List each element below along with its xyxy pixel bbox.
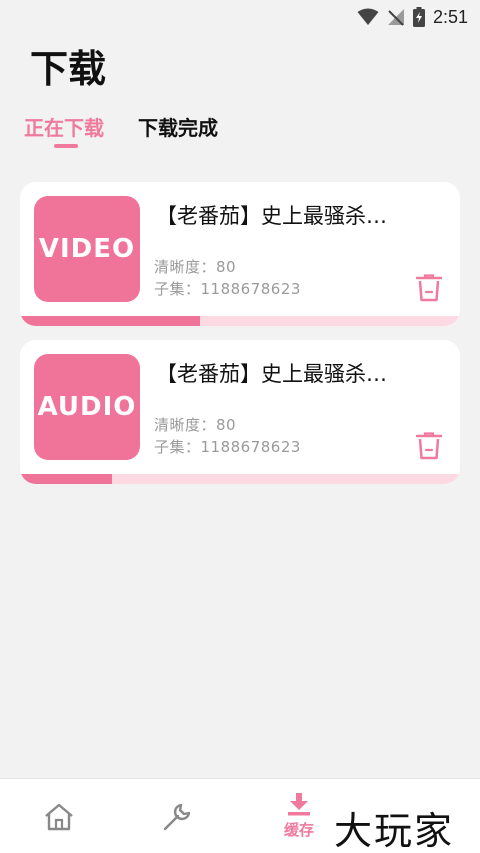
item-title: 【老番茄】史上最骚杀… [156,204,387,228]
download-icon [288,793,310,816]
download-item[interactable]: VIDEO 【老番茄】史上最骚杀… 清晰度：80 子集：1188678623 [20,182,460,326]
tab-indicator [54,144,78,148]
tab-completed[interactable]: 下载完成 [138,112,218,141]
wrench-icon [163,803,191,830]
download-item[interactable]: AUDIO 【老番茄】史上最骚杀… 清晰度：80 子集：1188678623 [20,340,460,484]
progress-fill [20,474,113,484]
status-bar: 2:51 [0,0,480,34]
home-icon [45,803,73,830]
battery-charging-icon [412,7,425,27]
nav-tools[interactable] [156,779,198,853]
trash-icon[interactable] [416,274,442,302]
nav-home[interactable] [38,779,80,853]
nav-cache-label: 缓存 [283,821,314,839]
tab-label: 正在下载 [24,116,104,140]
download-progress [20,474,460,484]
item-episode: 子集：1188678623 [154,280,301,298]
tab-bar: 正在下载 下载完成 [24,112,218,148]
nav-cache[interactable]: 缓存 [276,779,322,853]
item-quality: 清晰度：80 [154,258,237,276]
no-signal-icon [387,9,404,26]
wifi-icon [357,8,379,25]
tab-downloading[interactable]: 正在下载 [24,112,104,148]
download-progress [20,316,460,326]
tab-label: 下载完成 [138,116,218,140]
item-quality: 清晰度：80 [154,416,237,434]
thumbnail-video: VIDEO [34,196,140,302]
progress-fill [20,316,201,326]
status-time: 2:51 [432,6,468,27]
watermark-logo: 大玩家 [334,809,455,853]
trash-icon[interactable] [416,432,442,460]
item-episode: 子集：1188678623 [154,438,301,456]
page-title: 下载 [30,47,107,91]
thumbnail-audio: AUDIO [34,354,140,460]
item-title: 【老番茄】史上最骚杀… [156,362,387,386]
